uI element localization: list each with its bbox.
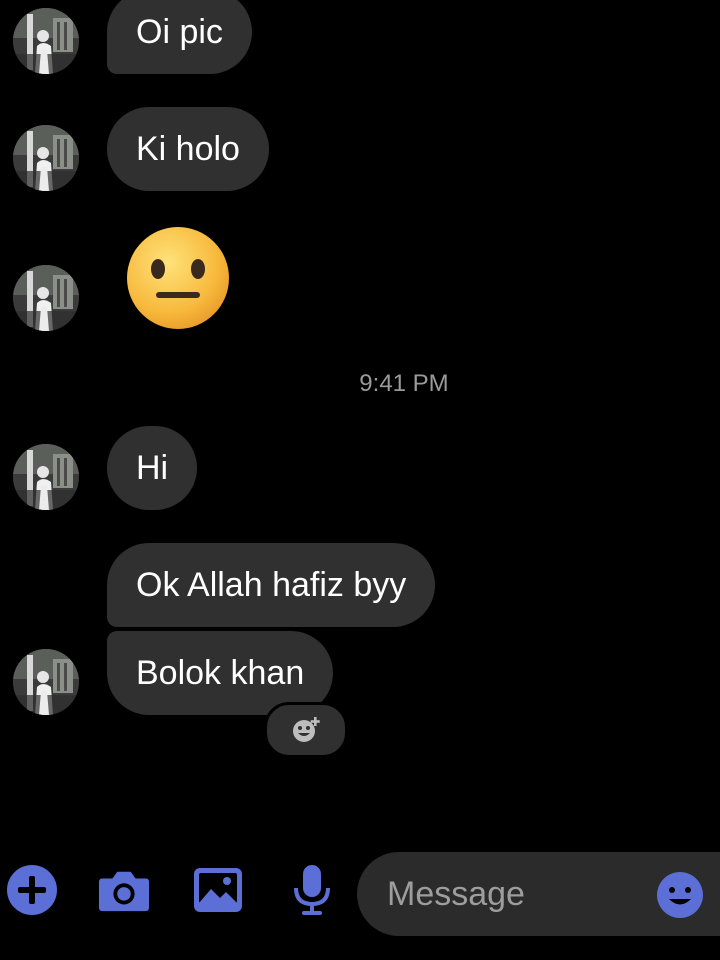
voice-button[interactable] [286,864,338,916]
contact-avatar[interactable] [13,125,79,191]
message-bubble[interactable]: Oi pic [107,0,252,74]
emoji-icon [657,872,703,918]
message-bubble[interactable]: Ok Allah hafiz byy [107,543,436,627]
message-input[interactable]: Message [357,852,720,936]
camera-icon [98,871,150,912]
message-text: Hi [136,449,169,487]
gallery-button[interactable] [192,864,244,916]
contact-avatar[interactable] [13,265,79,331]
message-text: Oi pic [136,13,223,51]
message-text: Ok Allah hafiz byy [136,566,407,604]
microphone-icon [294,865,330,915]
message-text: Bolok khan [136,654,305,692]
contact-avatar[interactable] [13,8,79,74]
contact-avatar[interactable] [13,649,79,715]
contact-avatar[interactable] [13,444,79,510]
message-placeholder: Message [387,875,525,913]
message-timestamp: 9:41 PM [359,370,449,397]
plus-icon [7,865,57,915]
add-reaction-button[interactable] [264,702,348,758]
message-text: Ki holo [136,130,240,168]
message-bubble[interactable]: Ki holo [107,107,269,191]
message-bubble[interactable]: Hi [107,426,198,510]
image-icon [194,868,242,912]
neutral-face-emoji[interactable] [126,226,230,330]
plus-button[interactable] [6,864,58,916]
camera-button[interactable] [98,864,150,916]
emoji-button[interactable] [656,871,704,919]
add-reaction-icon [293,717,320,742]
